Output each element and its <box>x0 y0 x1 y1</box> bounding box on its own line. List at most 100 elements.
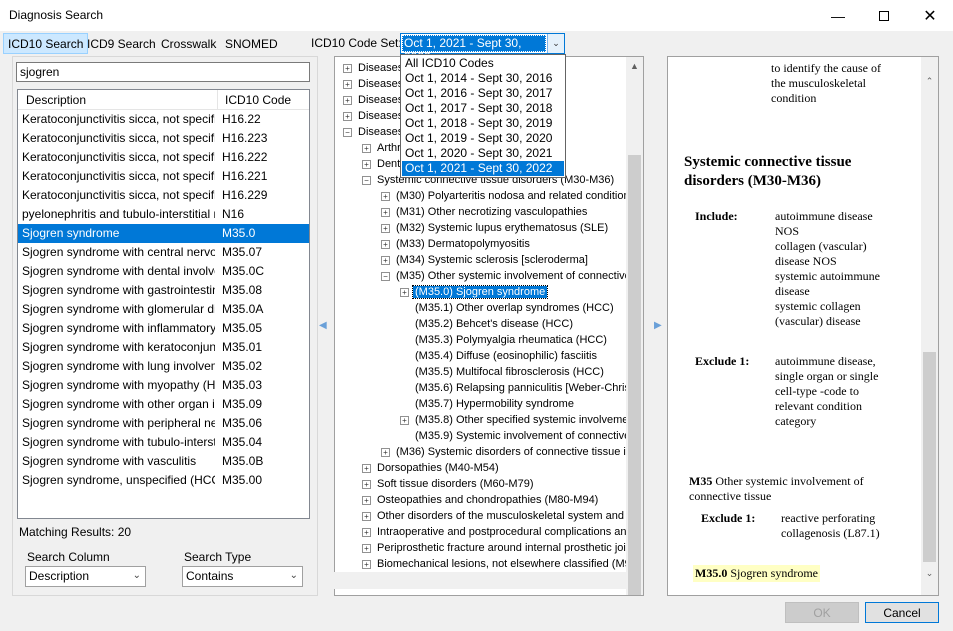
expand-plus-icon[interactable]: + <box>343 111 352 121</box>
collapse-minus-icon[interactable]: − <box>381 271 390 281</box>
tree-node[interactable]: + Diseases <box>343 92 405 108</box>
results-list[interactable]: Description ICD10 Code Keratoconjunctivi… <box>17 89 310 519</box>
codeset-option[interactable]: Oct 1, 2018 - Sept 30, 2019 <box>402 116 564 131</box>
table-row[interactable]: Keratoconjunctivitis sicca, not specifie… <box>18 148 309 167</box>
tree-node[interactable]: + Other disorders of the musculoskeletal … <box>362 508 641 524</box>
table-row[interactable]: Sjogren syndrome M35.0 <box>18 224 309 243</box>
tree-node[interactable]: + Dorsopathies (M40-M54) <box>362 460 501 476</box>
minimize-button[interactable]: — <box>815 0 861 31</box>
tree-node[interactable]: + Soft tissue disorders (M60-M79) <box>362 476 536 492</box>
table-row[interactable]: Sjogren syndrome with keratoconjuncti...… <box>18 338 309 357</box>
table-row[interactable]: Sjogren syndrome with glomerular disea..… <box>18 300 309 319</box>
tree-node[interactable]: + (M30) Polyarteritis nodosa and related … <box>381 188 637 204</box>
tree-scroll-thumb[interactable] <box>628 155 641 595</box>
codeset-option[interactable]: Oct 1, 2021 - Sept 30, 2022 <box>402 161 564 176</box>
expand-plus-icon[interactable]: + <box>362 511 371 521</box>
expand-plus-icon[interactable]: + <box>381 191 390 201</box>
expand-plus-icon[interactable]: + <box>362 463 371 473</box>
cancel-button[interactable]: Cancel <box>865 602 939 623</box>
expand-plus-icon[interactable]: + <box>362 143 371 153</box>
tree-node[interactable]: (M35.4) Diffuse (eosinophilic) fasciitis <box>400 348 599 364</box>
tab-snomed[interactable]: SNOMED <box>220 33 283 54</box>
tree-node[interactable]: (M35.5) Multifocal fibrosclerosis (HCC) <box>400 364 606 380</box>
tree-node[interactable]: + Intraoperative and postprocedural compl… <box>362 524 635 540</box>
search-type-select[interactable]: Contains ⌄ <box>182 566 303 587</box>
table-row[interactable]: Sjogren syndrome with vasculitis M35.0B <box>18 452 309 471</box>
scroll-up-arrow-icon[interactable]: ▲ <box>626 57 643 74</box>
expand-plus-icon[interactable]: + <box>362 559 371 569</box>
codeset-option[interactable]: Oct 1, 2020 - Sept 30, 2021 <box>402 146 564 161</box>
tree-node[interactable]: (M35.9) Systemic involvement of connecti… <box>400 428 632 444</box>
expand-plus-icon[interactable]: + <box>362 527 371 537</box>
scroll-up-arrow-icon[interactable]: ⌃ <box>921 73 938 90</box>
maximize-button[interactable] <box>861 0 907 31</box>
expand-plus-icon[interactable]: + <box>343 95 352 105</box>
codeset-option[interactable]: Oct 1, 2014 - Sept 30, 2016 <box>402 71 564 86</box>
tree-node[interactable]: + (M33) Dermatopolymyositis <box>381 236 532 252</box>
column-header-description[interactable]: Description <box>26 93 86 107</box>
expand-plus-icon[interactable]: + <box>381 447 390 457</box>
codeset-option[interactable]: Oct 1, 2016 - Sept 30, 2017 <box>402 86 564 101</box>
tree-node[interactable]: (M35.1) Other overlap syndromes (HCC) <box>400 300 616 316</box>
tree-node[interactable]: + Diseases <box>343 60 405 76</box>
tree-node[interactable]: + Diseases <box>343 76 405 92</box>
tree-node[interactable]: + Arthr <box>362 140 403 156</box>
codeset-option[interactable]: All ICD10 Codes <box>402 56 564 71</box>
tree-node[interactable]: (M35.2) Behcet's disease (HCC) <box>400 316 575 332</box>
codeset-dropdown-button[interactable]: ⌄ <box>547 34 564 53</box>
tab-crosswalk[interactable]: Crosswalk <box>156 33 221 54</box>
table-row[interactable]: Sjogren syndrome with other organ inv...… <box>18 395 309 414</box>
tree-node[interactable]: + (M36) Systemic disorders of connective … <box>381 444 643 460</box>
tree-horizontal-scrollbar[interactable] <box>334 572 626 589</box>
tree-node[interactable]: − (M35) Other systemic involvement of con… <box>381 268 639 284</box>
table-row[interactable]: pyelonephritis and tubulo-interstitial n… <box>18 205 309 224</box>
codeset-select[interactable]: Oct 1, 2021 - Sept 30, 2022 ⌄ <box>400 33 565 64</box>
expand-plus-icon[interactable]: + <box>400 415 409 425</box>
expand-plus-icon[interactable]: + <box>381 239 390 249</box>
table-row[interactable]: Sjogren syndrome with gastrointestinal i… <box>18 281 309 300</box>
tree-node[interactable]: + Osteopathies and chondropathies (M80-M9… <box>362 492 600 508</box>
table-row[interactable]: Sjogren syndrome, unspecified (HCC) M35.0… <box>18 471 309 490</box>
tree-node[interactable]: + Biomechanical lesions, not elsewhere cl… <box>362 556 639 572</box>
table-row[interactable]: Sjogren syndrome with peripheral nervo..… <box>18 414 309 433</box>
tree-node[interactable]: + (M34) Systemic sclerosis [scleroderma] <box>381 252 590 268</box>
tree-node[interactable]: (M35.3) Polymyalgia rheumatica (HCC) <box>400 332 609 348</box>
tree-node[interactable]: + Periprosthetic fracture around internal… <box>362 540 637 556</box>
collapse-minus-icon[interactable]: − <box>343 127 352 137</box>
close-button[interactable]: ✕ <box>907 0 953 31</box>
tree-node[interactable]: + (M32) Systemic lupus erythematosus (SLE… <box>381 220 610 236</box>
table-row[interactable]: Sjogren syndrome with central nervous ..… <box>18 243 309 262</box>
tree-node[interactable]: + (M35.0) Sjogren syndrome <box>400 284 549 300</box>
search-input[interactable]: sjogren <box>16 62 310 82</box>
tree-node[interactable]: (M35.7) Hypermobility syndrome <box>400 396 576 412</box>
codeset-option[interactable]: Oct 1, 2017 - Sept 30, 2018 <box>402 101 564 116</box>
expand-plus-icon[interactable]: + <box>362 495 371 505</box>
collapse-right-arrow-icon[interactable]: ▶ <box>654 320 662 331</box>
tree-vertical-scrollbar[interactable]: ▲ <box>626 57 643 595</box>
table-row[interactable]: Sjogren syndrome with inflammatory art..… <box>18 319 309 338</box>
tree-node[interactable]: + (M35.8) Other specified systemic involv… <box>400 412 640 428</box>
table-row[interactable]: Keratoconjunctivitis sicca, not specifie… <box>18 186 309 205</box>
detail-scroll-thumb[interactable] <box>923 352 936 562</box>
tab-icd10-search[interactable]: ICD10 Search <box>3 33 89 54</box>
table-row[interactable]: Keratoconjunctivitis sicca, not specifie… <box>18 129 309 148</box>
table-row[interactable]: Sjogren syndrome with tubulo-interstiti.… <box>18 433 309 452</box>
column-header-icd10-code[interactable]: ICD10 Code <box>225 93 291 107</box>
expand-plus-icon[interactable]: + <box>381 255 390 265</box>
codeset-dropdown-list[interactable]: All ICD10 Codes Oct 1, 2014 - Sept 30, 20… <box>400 54 566 178</box>
collapse-left-arrow-icon[interactable]: ◀ <box>319 320 327 331</box>
table-row[interactable]: Keratoconjunctivitis sicca, not specifie… <box>18 167 309 186</box>
table-row[interactable]: Sjogren syndrome with dental involveme..… <box>18 262 309 281</box>
expand-plus-icon[interactable]: + <box>343 79 352 89</box>
search-column-select[interactable]: Description ⌄ <box>25 566 146 587</box>
table-row[interactable]: Sjogren syndrome with myopathy (HCC) M35.… <box>18 376 309 395</box>
codeset-option[interactable]: Oct 1, 2019 - Sept 30, 2020 <box>402 131 564 146</box>
expand-plus-icon[interactable]: + <box>381 207 390 217</box>
collapse-minus-icon[interactable]: − <box>362 175 371 185</box>
expand-plus-icon[interactable]: + <box>400 287 409 297</box>
expand-plus-icon[interactable]: + <box>381 223 390 233</box>
expand-plus-icon[interactable]: + <box>362 479 371 489</box>
table-row[interactable]: Keratoconjunctivitis sicca, not specifie… <box>18 110 309 129</box>
expand-plus-icon[interactable]: + <box>343 63 352 73</box>
tab-icd9-search[interactable]: ICD9 Search <box>82 33 161 54</box>
